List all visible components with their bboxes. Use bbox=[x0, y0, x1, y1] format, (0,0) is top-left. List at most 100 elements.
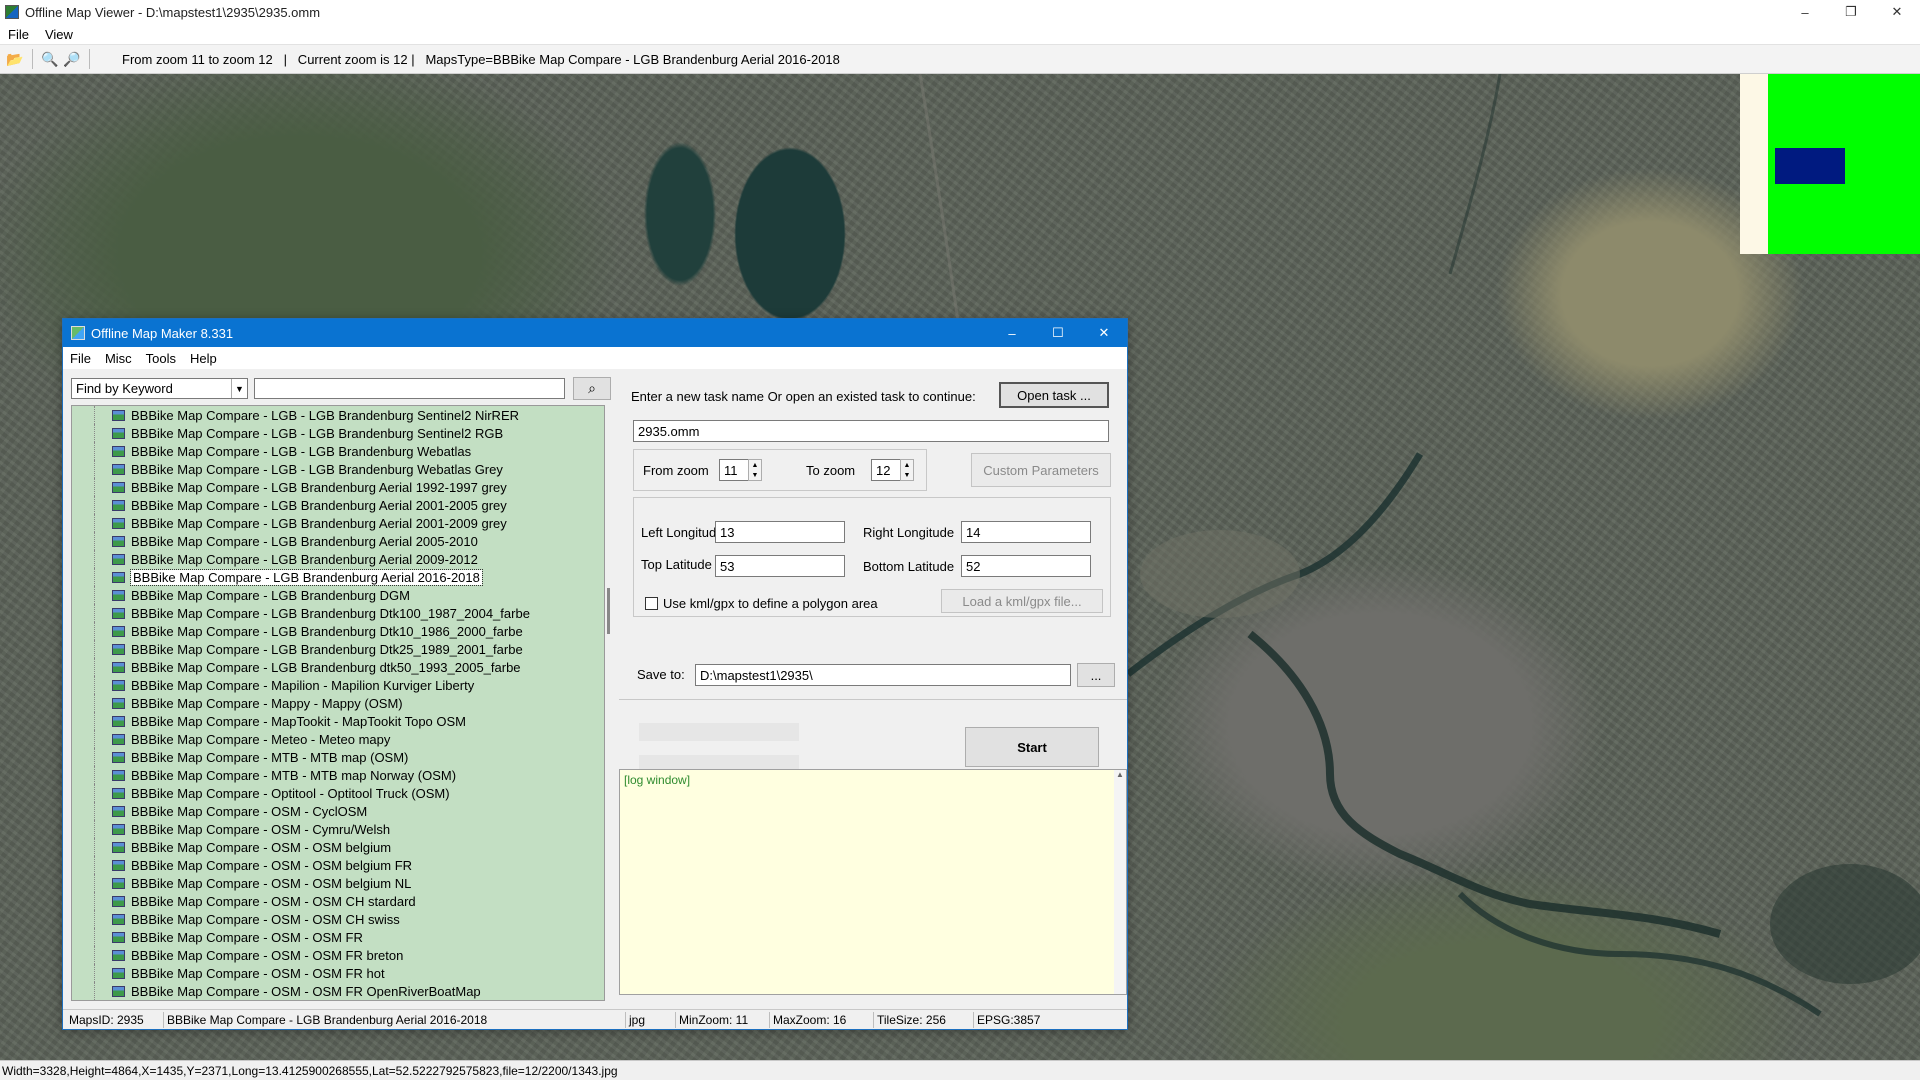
map-type-item[interactable]: BBBike Map Compare - OSM - Cymru/Welsh bbox=[72, 820, 604, 838]
map-type-item[interactable]: BBBike Map Compare - LGB Brandenburg Dtk… bbox=[72, 622, 604, 640]
start-button[interactable]: Start bbox=[965, 727, 1099, 767]
map-type-item[interactable]: BBBike Map Compare - OSM - OSM FR OpenRi… bbox=[72, 982, 604, 1000]
close-icon[interactable]: ✕ bbox=[1081, 319, 1127, 347]
map-type-item[interactable]: BBBike Map Compare - LGB Brandenburg Dtk… bbox=[72, 604, 604, 622]
map-type-item[interactable]: BBBike Map Compare - Mappy - Mappy (OSM) bbox=[72, 694, 604, 712]
map-type-item[interactable]: BBBike Map Compare - MTB - MTB map Norwa… bbox=[72, 766, 604, 784]
map-type-item[interactable]: BBBike Map Compare - OSM - CyclOSM bbox=[72, 802, 604, 820]
maker-menu-help[interactable]: Help bbox=[183, 351, 224, 366]
status-maps-id: MapsID: 2935 bbox=[69, 1013, 144, 1027]
maximize-icon[interactable]: ☐ bbox=[1035, 319, 1081, 347]
log-scrollbar[interactable]: ▲ bbox=[1114, 770, 1126, 994]
chevron-down-icon[interactable]: ▼ bbox=[231, 379, 247, 398]
down-arrow-icon[interactable]: ▼ bbox=[749, 470, 761, 480]
map-type-item[interactable]: BBBike Map Compare - OSM - OSM belgium F… bbox=[72, 856, 604, 874]
kml-polygon-checkbox[interactable] bbox=[645, 597, 658, 610]
map-tile-icon bbox=[112, 967, 125, 979]
top-latitude-input[interactable]: 53 bbox=[715, 555, 845, 577]
map-type-item[interactable]: BBBike Map Compare - OSM - OSM FR bbox=[72, 928, 604, 946]
viewer-toolbar: 📂 🔍 🔎 From zoom 11 to zoom 12 | Current … bbox=[0, 44, 1920, 74]
map-tile-icon bbox=[112, 589, 125, 601]
map-type-item[interactable]: BBBike Map Compare - Optitool - Optitool… bbox=[72, 784, 604, 802]
up-arrow-icon[interactable]: ▲ bbox=[901, 460, 913, 470]
map-type-item[interactable]: BBBike Map Compare - OSM - OSM belgium N… bbox=[72, 874, 604, 892]
map-type-item[interactable]: BBBike Map Compare - LGB Brandenburg Aer… bbox=[72, 568, 604, 586]
tree-scroll-thumb[interactable] bbox=[607, 588, 610, 634]
map-tile-icon bbox=[112, 607, 125, 619]
to-zoom-input[interactable]: 12 bbox=[871, 459, 901, 481]
left-longitude-input[interactable]: 13 bbox=[715, 521, 845, 543]
map-type-item[interactable]: BBBike Map Compare - OSM - OSM CH starda… bbox=[72, 892, 604, 910]
open-folder-icon[interactable]: 📂 bbox=[4, 48, 26, 70]
map-type-item[interactable]: BBBike Map Compare - Mapilion - Mapilion… bbox=[72, 676, 604, 694]
custom-parameters-button[interactable]: Custom Parameters bbox=[971, 453, 1111, 487]
maker-menu-misc[interactable]: Misc bbox=[98, 351, 139, 366]
map-type-item[interactable]: BBBike Map Compare - LGB Brandenburg dtk… bbox=[72, 658, 604, 676]
map-type-item[interactable]: BBBike Map Compare - LGB Brandenburg Aer… bbox=[72, 478, 604, 496]
map-type-item[interactable]: BBBike Map Compare - LGB - LGB Brandenbu… bbox=[72, 460, 604, 478]
map-type-item[interactable]: BBBike Map Compare - OSM - OSM belgium bbox=[72, 838, 604, 856]
map-type-item[interactable]: BBBike Map Compare - Meteo - Meteo mapy bbox=[72, 730, 604, 748]
map-type-label: BBBike Map Compare - LGB Brandenburg dtk… bbox=[131, 659, 521, 675]
menu-file[interactable]: File bbox=[0, 27, 37, 42]
browse-button[interactable]: ... bbox=[1077, 663, 1115, 687]
overview-minimap[interactable] bbox=[1740, 74, 1920, 254]
from-zoom-input[interactable]: 11 bbox=[719, 459, 749, 481]
right-longitude-input[interactable]: 14 bbox=[961, 521, 1091, 543]
map-type-item[interactable]: BBBike Map Compare - LGB Brandenburg DGM bbox=[72, 586, 604, 604]
viewer-title: Offline Map Viewer - D:\mapstest1\2935\2… bbox=[25, 4, 321, 20]
task-name-input[interactable]: 2935.omm bbox=[633, 420, 1109, 442]
maker-menu-tools[interactable]: Tools bbox=[139, 351, 183, 366]
tree-scrollbar[interactable] bbox=[605, 405, 615, 1001]
map-type-item[interactable]: BBBike Map Compare - LGB Brandenburg Aer… bbox=[72, 550, 604, 568]
map-type-tree[interactable]: BBBike Map Compare - LGB - LGB Brandenbu… bbox=[71, 405, 605, 1001]
search-icon: ⌕ bbox=[588, 380, 596, 396]
map-type-item[interactable]: BBBike Map Compare - MapTookit - MapTook… bbox=[72, 712, 604, 730]
maker-menu-file[interactable]: File bbox=[63, 351, 98, 366]
map-type-label: BBBike Map Compare - LGB - LGB Brandenbu… bbox=[131, 443, 472, 459]
map-type-item[interactable]: BBBike Map Compare - LGB Brandenburg Dtk… bbox=[72, 640, 604, 658]
minimize-icon[interactable]: – bbox=[1782, 0, 1828, 24]
overview-viewport[interactable] bbox=[1775, 148, 1845, 184]
map-type-label: BBBike Map Compare - MTB - MTB map Norwa… bbox=[131, 767, 457, 783]
scroll-up-icon[interactable]: ▲ bbox=[1114, 770, 1126, 779]
load-kml-button[interactable]: Load a kml/gpx file... bbox=[941, 589, 1103, 613]
find-mode-select[interactable]: Find by Keyword ▼ bbox=[71, 378, 248, 399]
map-type-item[interactable]: BBBike Map Compare - LGB Brandenburg Aer… bbox=[72, 496, 604, 514]
map-type-item[interactable]: BBBike Map Compare - OSM - OSM FR breton bbox=[72, 946, 604, 964]
from-zoom-spinner[interactable]: ▲ ▼ bbox=[748, 459, 762, 481]
map-type-item[interactable]: BBBike Map Compare - OSM - OSM GPS bbox=[72, 1000, 604, 1001]
map-type-label: BBBike Map Compare - LGB Brandenburg Aer… bbox=[131, 515, 507, 531]
map-type-item[interactable]: BBBike Map Compare - LGB - LGB Brandenbu… bbox=[72, 442, 604, 460]
to-zoom-spinner[interactable]: ▲ ▼ bbox=[900, 459, 914, 481]
open-task-button[interactable]: Open task ... bbox=[999, 382, 1109, 408]
map-type-item[interactable]: BBBike Map Compare - MTB - MTB map (OSM) bbox=[72, 748, 604, 766]
map-type-label: BBBike Map Compare - OSM - OSM belgium F… bbox=[131, 857, 413, 873]
map-type-item[interactable]: BBBike Map Compare - LGB Brandenburg Aer… bbox=[72, 514, 604, 532]
map-tile-icon bbox=[112, 859, 125, 871]
map-type-item[interactable]: BBBike Map Compare - LGB - LGB Brandenbu… bbox=[72, 406, 604, 424]
zoom-out-icon[interactable]: 🔍 bbox=[39, 48, 61, 70]
map-type-item[interactable]: BBBike Map Compare - LGB - LGB Brandenbu… bbox=[72, 424, 604, 442]
map-type-item[interactable]: BBBike Map Compare - OSM - OSM FR hot bbox=[72, 964, 604, 982]
zoom-in-icon[interactable]: 🔎 bbox=[61, 48, 83, 70]
search-input[interactable] bbox=[254, 378, 565, 399]
map-tile-icon bbox=[112, 499, 125, 511]
bottom-latitude-input[interactable]: 52 bbox=[961, 555, 1091, 577]
menu-view[interactable]: View bbox=[37, 27, 81, 42]
map-tile-icon bbox=[112, 733, 125, 745]
search-button[interactable]: ⌕ bbox=[573, 377, 611, 400]
map-tile-icon bbox=[112, 697, 125, 709]
map-type-item[interactable]: BBBike Map Compare - OSM - OSM CH swiss bbox=[72, 910, 604, 928]
map-type-label: BBBike Map Compare - OSM - OSM FR bbox=[131, 929, 363, 945]
map-tile-icon bbox=[112, 787, 125, 799]
restore-icon[interactable]: ❐ bbox=[1828, 0, 1874, 24]
map-type-label: BBBike Map Compare - Mapilion - Mapilion… bbox=[131, 677, 475, 693]
save-to-input[interactable]: D:\mapstest1\2935\ bbox=[695, 664, 1071, 686]
close-icon[interactable]: ✕ bbox=[1874, 0, 1920, 24]
log-window[interactable]: [log window] ▲ bbox=[619, 769, 1127, 995]
down-arrow-icon[interactable]: ▼ bbox=[901, 470, 913, 480]
minimize-icon[interactable]: – bbox=[989, 319, 1035, 347]
map-type-item[interactable]: BBBike Map Compare - LGB Brandenburg Aer… bbox=[72, 532, 604, 550]
up-arrow-icon[interactable]: ▲ bbox=[749, 460, 761, 470]
